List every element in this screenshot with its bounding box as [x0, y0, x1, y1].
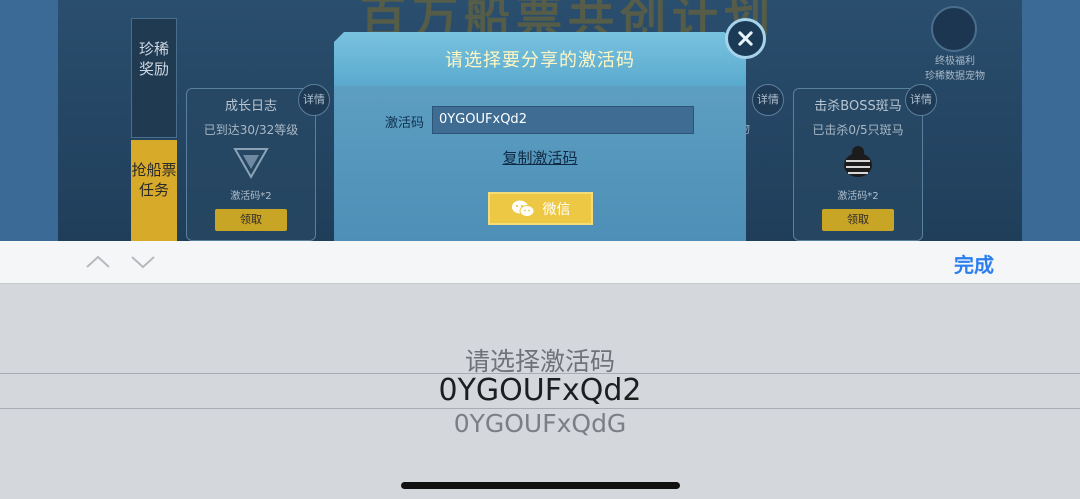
tab-rare-rewards[interactable]: 珍稀奖励 — [131, 18, 177, 138]
task-card-title: 成长日志 — [224, 99, 277, 114]
picker-option[interactable]: 0YGOUFxQdG — [0, 409, 1080, 438]
details-button[interactable]: 详情 — [298, 84, 330, 116]
tab-ticket-tasks[interactable]: 抢船票任务 — [131, 140, 177, 241]
pet-reward-caption: 终极福利 珍稀数据宠物 — [910, 54, 1000, 84]
task-card-title: 击杀BOSS斑马 — [814, 99, 902, 114]
done-button[interactable]: 完成 — [930, 249, 1018, 278]
level-emblem-icon — [233, 148, 269, 180]
activation-code-label: 激活码 — [385, 116, 425, 131]
task-card-kill-boss: 击杀BOSS斑马 已击杀0/5只斑马 激活码*2 领取 — [793, 88, 923, 241]
game-background: 百万船票共创计划 珍稀奖励 抢船票任务 成长日志 已到达30/32等级 激活码*… — [0, 0, 1080, 241]
details-button[interactable]: 详情 — [752, 84, 784, 116]
task-card-reward: 激活码*2 — [837, 191, 879, 202]
dialog-title: 请选择要分享的激活码 — [445, 50, 635, 71]
share-code-dialog: 请选择要分享的激活码 激活码 0YGOUFxQd2 复制激活码 微信 — [334, 32, 746, 241]
task-card-progress: 已到达30/32等级 — [203, 123, 299, 137]
picker-toolbar: 完成 — [0, 241, 1080, 284]
code-picker-wheel[interactable]: 请选择激活码 0YGOUFxQd2 0YGOUFxQdG — [0, 284, 1080, 499]
task-card-reward: 激活码*2 — [230, 191, 272, 202]
claim-button[interactable]: 领取 — [215, 209, 287, 231]
game-side-left — [0, 0, 58, 241]
claim-button[interactable]: 领取 — [822, 209, 894, 231]
copy-code-link[interactable]: 复制激活码 — [334, 147, 746, 168]
wechat-share-button[interactable]: 微信 — [488, 192, 593, 225]
home-indicator[interactable] — [401, 482, 680, 489]
pet-reward-caption-line2: 珍稀数据宠物 — [925, 71, 985, 82]
task-card-growth-log: 成长日志 已到达30/32等级 激活码*2 领取 — [186, 88, 316, 241]
screen: 百万船票共创计划 珍稀奖励 抢船票任务 成长日志 已到达30/32等级 激活码*… — [0, 0, 1080, 499]
details-button[interactable]: 详情 — [905, 84, 937, 116]
close-icon[interactable] — [725, 18, 766, 59]
chevron-up-icon[interactable] — [85, 251, 111, 273]
wechat-share-label: 微信 — [542, 201, 571, 218]
pet-reward-caption-line1: 终极福利 — [935, 56, 975, 67]
zebra-boss-icon — [844, 146, 872, 177]
wechat-icon — [511, 200, 534, 217]
picker-option-selected[interactable]: 0YGOUFxQd2 — [0, 373, 1080, 408]
activation-code-field[interactable]: 0YGOUFxQd2 — [432, 106, 694, 134]
pet-reward-icon[interactable] — [931, 6, 977, 52]
chevron-down-icon[interactable] — [130, 251, 156, 273]
game-side-right — [1022, 0, 1080, 241]
task-card-progress: 已击杀0/5只斑马 — [812, 123, 904, 137]
